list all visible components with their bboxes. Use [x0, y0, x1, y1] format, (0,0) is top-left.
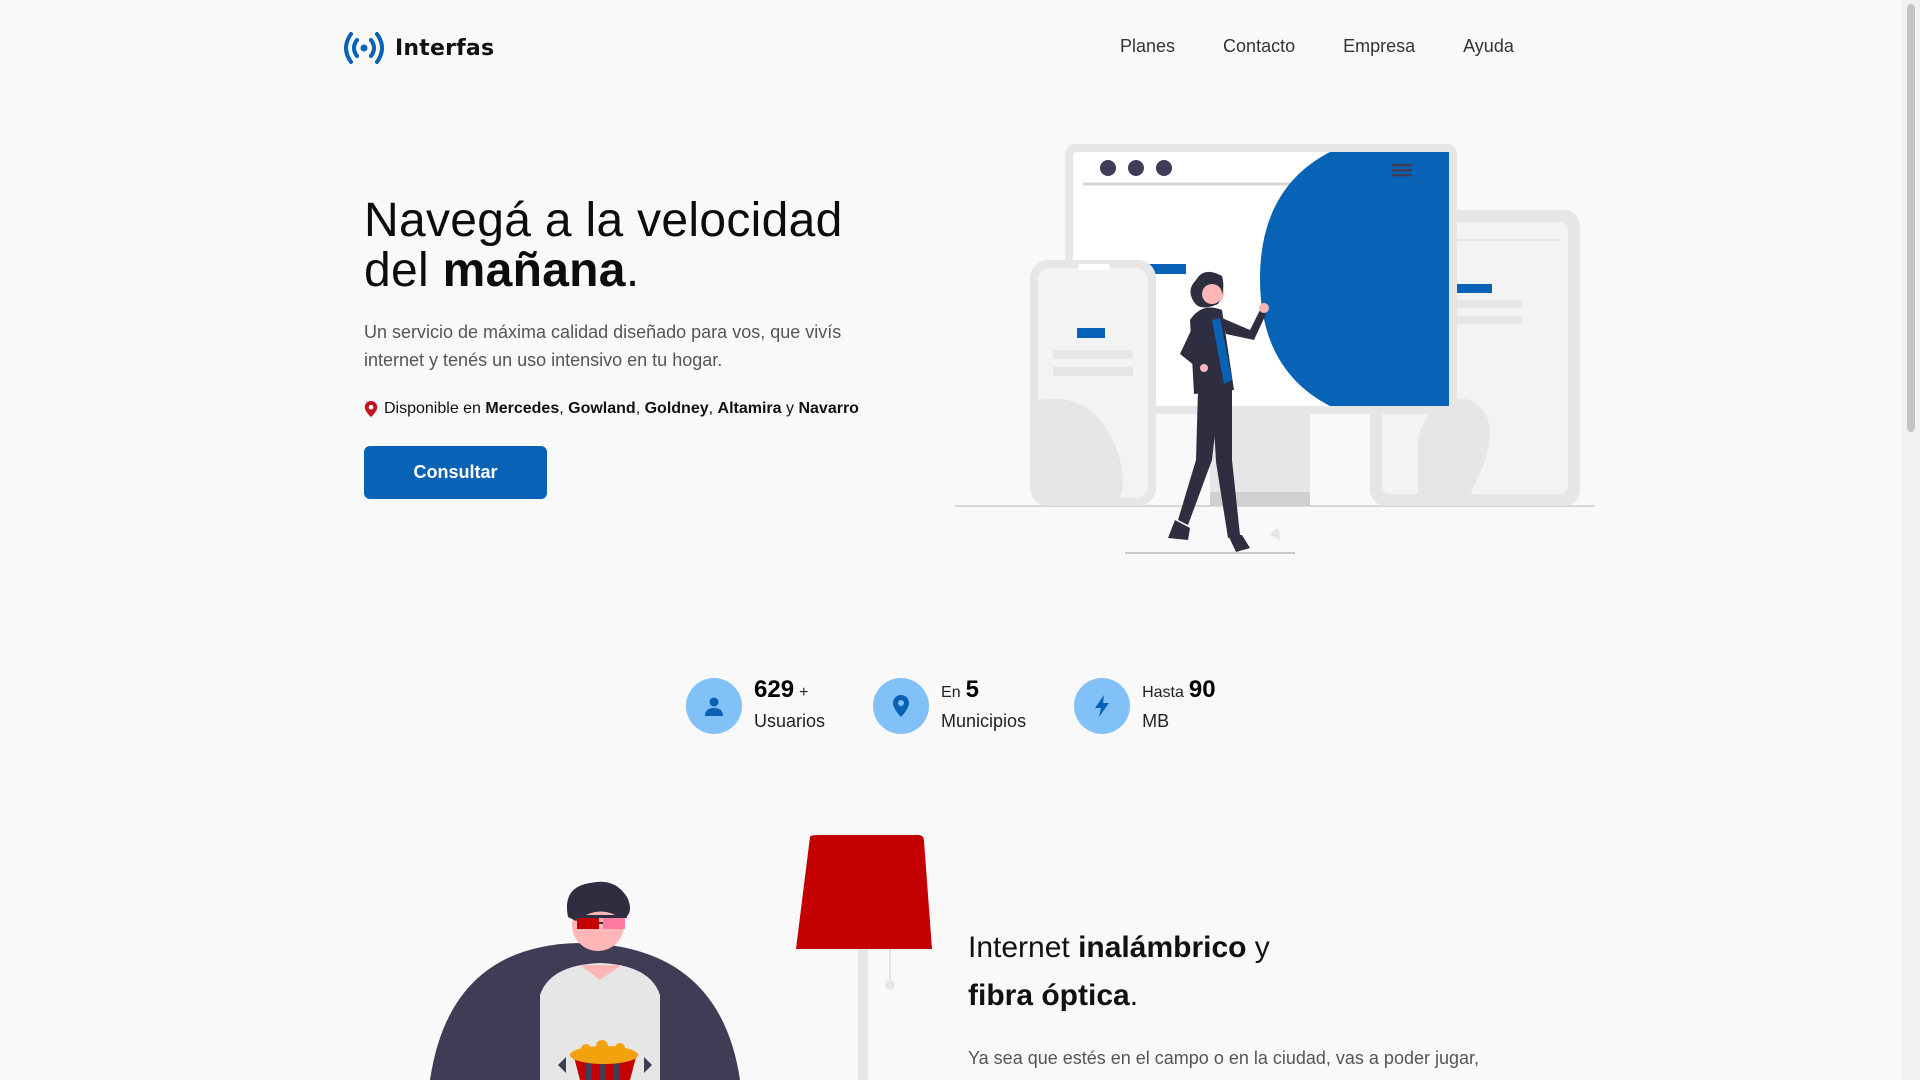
- hero-title-emphasis: mañana: [442, 244, 626, 297]
- page-scrollbar[interactable]: [1902, 0, 1920, 1080]
- place-mercedes: Mercedes: [485, 400, 560, 417]
- stat-speed: Hasta 90 MB: [1074, 676, 1216, 735]
- site-header: Interfas Planes Contacto Empresa Ayuda: [0, 0, 1902, 96]
- place-navarro: Navarro: [798, 400, 859, 417]
- nav-empresa[interactable]: Empresa: [1343, 36, 1415, 57]
- stat-municipios-label: Municipios: [941, 711, 1027, 731]
- hero-title-line2-prefix: del: [364, 244, 443, 297]
- main-nav: Planes Contacto Empresa Ayuda: [1120, 36, 1514, 57]
- scrollbar-thumb[interactable]: [1907, 4, 1915, 432]
- section2-title-mid: y: [1246, 931, 1270, 964]
- place-goldney: Goldney: [644, 400, 709, 417]
- stat-speed-prefix: Hasta: [1142, 684, 1184, 701]
- hero-description: Un servicio de máxima calidad diseñado p…: [364, 322, 842, 370]
- section2-title: Internet inalámbrico y fibra óptica.: [968, 924, 1270, 1020]
- stat-users-suffix: +: [799, 684, 809, 701]
- stats-bar: 629 + Usuarios En 5 Municipios Hasta 90 …: [686, 676, 1216, 735]
- nav-contacto[interactable]: Contacto: [1223, 36, 1295, 57]
- section2-title-wireless: inalámbrico: [1078, 931, 1247, 964]
- user-icon: [705, 697, 723, 716]
- lightning-icon: [1095, 694, 1110, 717]
- section2-title-fiber: fibra óptica: [968, 979, 1130, 1012]
- consultar-button[interactable]: Consultar: [364, 446, 547, 499]
- section2-description: Ya sea que estés en el campo o en la ciu…: [968, 1048, 1480, 1068]
- hero-title-line1: Navegá a la velocidad: [364, 194, 843, 247]
- brand-logo[interactable]: Interfas: [341, 30, 494, 66]
- section2-title-suffix: .: [1129, 979, 1139, 1012]
- hero-title: Navegá a la velocidad del mañana.: [364, 196, 843, 296]
- stat-users: 629 + Usuarios: [686, 676, 825, 735]
- availability-line: Disponible en Mercedes, Gowland, Goldney…: [364, 400, 859, 418]
- place-altamira: Altamira: [717, 400, 782, 417]
- broadcast-icon: [344, 32, 384, 64]
- nav-planes[interactable]: Planes: [1120, 36, 1175, 57]
- place-gowland: Gowland: [568, 400, 636, 417]
- stat-municipios-prefix: En: [941, 684, 961, 701]
- brand-name: Interfas: [395, 35, 495, 61]
- location-pin-icon: [364, 401, 378, 417]
- stat-users-value: 629: [754, 676, 795, 703]
- stat-municipios: En 5 Municipios: [873, 676, 1026, 735]
- map-pin-icon: [893, 694, 910, 717]
- stat-municipios-value: 5: [965, 676, 979, 703]
- stat-speed-circle: [1074, 677, 1131, 734]
- devices-illustration: [955, 144, 1595, 554]
- stat-users-label: Usuarios: [754, 711, 826, 731]
- availability-prefix: Disponible en: [384, 400, 481, 417]
- stat-users-circle: [686, 677, 742, 734]
- section2-title-prefix: Internet: [968, 931, 1079, 964]
- hero-title-period: .: [625, 244, 640, 297]
- stat-speed-label: MB: [1142, 711, 1170, 731]
- person-armchair-illustration: [430, 835, 932, 1080]
- stat-municipios-circle: [873, 677, 930, 734]
- availability-and: y: [786, 400, 795, 417]
- stat-speed-value: 90: [1188, 676, 1216, 703]
- nav-ayuda[interactable]: Ayuda: [1463, 36, 1514, 57]
